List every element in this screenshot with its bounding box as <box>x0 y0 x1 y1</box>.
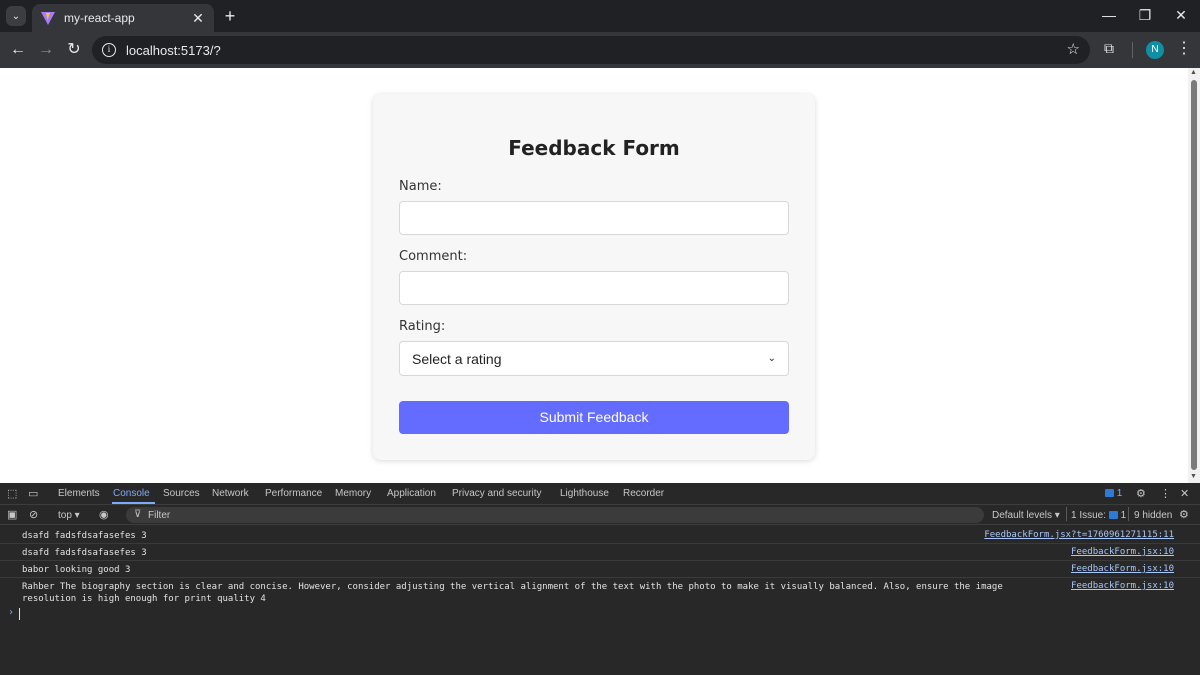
chevron-down-icon: ⌄ <box>767 353 776 364</box>
profile-avatar[interactable]: N <box>1146 41 1164 59</box>
maximize-button[interactable]: ❐ <box>1130 4 1160 26</box>
close-window-button[interactable]: ✕ <box>1166 4 1196 26</box>
log-message: dsafd fadsfdsafasefes 3 <box>22 531 147 541</box>
console-log-row: babor looking good 3 FeedbackForm.jsx:10 <box>0 561 1200 578</box>
toolbar-divider <box>1066 507 1067 521</box>
console-toolbar: ▣ ⊘ top ▾ ◉ ⊽ Filter Default levels ▾ 1 … <box>0 505 1200 525</box>
issues-label: 1 Issue: <box>1071 510 1107 521</box>
rating-select[interactable]: Select a rating ⌄ <box>399 341 789 376</box>
rating-selected-value: Select a rating <box>412 350 502 367</box>
devtools-panel: ⬚ ▭ Elements Console Sources Network Per… <box>0 483 1200 675</box>
devtools-tab-bar: ⬚ ▭ Elements Console Sources Network Per… <box>0 483 1200 505</box>
tab-sources[interactable]: Sources <box>163 488 200 499</box>
tab-performance[interactable]: Performance <box>265 488 322 499</box>
tab-elements[interactable]: Elements <box>58 488 100 499</box>
forward-arrow-icon[interactable]: → <box>34 38 58 62</box>
site-info-icon[interactable]: i <box>102 43 116 57</box>
console-log-row: dsafd fadsfdsafasefes 3 FeedbackForm.jsx… <box>0 527 1200 544</box>
messages-count-badge[interactable]: 1 <box>1105 488 1122 499</box>
extensions-puzzle-icon[interactable]: ⧉ <box>1104 40 1114 57</box>
log-source-link[interactable]: FeedbackForm.jsx:10 <box>1071 581 1174 591</box>
console-settings-gear-icon[interactable]: ⚙ <box>1179 508 1189 521</box>
submit-feedback-button[interactable]: Submit Feedback <box>399 401 789 434</box>
toolbar-divider <box>1132 42 1133 58</box>
log-source-link[interactable]: FeedbackForm.jsx:10 <box>1071 547 1174 557</box>
tab-memory[interactable]: Memory <box>335 488 371 499</box>
message-icon <box>1105 489 1114 498</box>
feedback-form-card: Feedback Form Name: Comment: Rating: Sel… <box>373 94 815 460</box>
settings-gear-icon[interactable]: ⚙ <box>1136 487 1146 500</box>
tab-lighthouse[interactable]: Lighthouse <box>560 488 609 499</box>
browser-menu-icon[interactable]: ⋮ <box>1176 38 1192 58</box>
comment-input[interactable] <box>399 271 789 305</box>
vite-logo-icon <box>41 12 55 25</box>
clear-console-icon[interactable]: ⊘ <box>29 508 38 521</box>
console-input[interactable] <box>19 608 20 620</box>
filter-placeholder: Filter <box>148 510 171 521</box>
device-toolbar-icon[interactable]: ▭ <box>28 487 38 500</box>
issues-button[interactable]: 1 Issue: 1 <box>1071 510 1126 521</box>
back-arrow-icon[interactable]: ← <box>6 38 30 62</box>
hidden-count: 9 hidden <box>1134 510 1173 521</box>
scroll-up-arrow-icon[interactable]: ▲ <box>1190 69 1197 76</box>
close-devtools-icon[interactable]: ✕ <box>1180 487 1189 500</box>
page-viewport: Feedback Form Name: Comment: Rating: Sel… <box>0 68 1188 483</box>
new-tab-button[interactable]: + <box>220 6 240 26</box>
console-log-row: dsafd fadsfdsafasefes 3 FeedbackForm.jsx… <box>0 544 1200 561</box>
tab-console[interactable]: Console <box>113 488 150 499</box>
tab-application[interactable]: Application <box>387 488 436 499</box>
filter-input[interactable] <box>126 507 984 523</box>
live-expression-eye-icon[interactable]: ◉ <box>99 508 109 521</box>
log-message: dsafd fadsfdsafasefes 3 <box>22 548 147 558</box>
context-selector[interactable]: top ▾ <box>58 510 80 521</box>
form-title: Feedback Form <box>508 136 680 160</box>
devtools-menu-icon[interactable]: ⋮ <box>1160 487 1171 500</box>
tab-privacy-security[interactable]: Privacy and security <box>452 488 541 499</box>
log-levels-dropdown[interactable]: Default levels ▾ <box>992 510 1060 521</box>
tab-title: my-react-app <box>64 11 135 25</box>
log-source-link[interactable]: FeedbackForm.jsx:10 <box>1071 564 1174 574</box>
inspect-element-icon[interactable]: ⬚ <box>7 487 17 500</box>
address-bar[interactable]: i localhost:5173/? ☆ <box>92 36 1090 64</box>
log-message: babor looking good 3 <box>22 565 131 575</box>
log-source-link[interactable]: FeedbackForm.jsx?t=1760961271115:11 <box>984 530 1174 540</box>
toolbar-divider-2 <box>1128 507 1129 521</box>
url-text[interactable]: localhost:5173/? <box>126 43 221 58</box>
tab-network[interactable]: Network <box>212 488 249 499</box>
tab-search-dropdown-icon[interactable]: ⌄ <box>6 6 26 26</box>
reload-icon[interactable]: ↻ <box>62 38 86 62</box>
browser-toolbar: ← → ↻ i localhost:5173/? ☆ <box>0 32 1200 68</box>
tab-recorder[interactable]: Recorder <box>623 488 664 499</box>
console-log-row: Rahber The biography section is clear an… <box>0 578 1200 606</box>
name-label: Name: <box>399 179 442 194</box>
name-input[interactable] <box>399 201 789 235</box>
comment-label: Comment: <box>399 249 468 264</box>
scroll-down-arrow-icon[interactable]: ▼ <box>1190 473 1197 480</box>
scroll-thumb[interactable] <box>1191 80 1197 470</box>
messages-count: 1 <box>1116 488 1123 499</box>
browser-tab[interactable]: my-react-app ✕ <box>32 4 214 32</box>
minimize-button[interactable]: — <box>1094 4 1124 26</box>
filter-icon: ⊽ <box>134 509 142 520</box>
tab-close-icon[interactable]: ✕ <box>190 10 206 27</box>
rating-label: Rating: <box>399 319 446 334</box>
sidebar-toggle-icon[interactable]: ▣ <box>7 508 17 521</box>
tab-strip: ⌄ my-react-app ✕ + — ❐ ✕ <box>0 0 1200 32</box>
log-message: Rahber The biography section is clear an… <box>22 582 1003 604</box>
issues-count: 1 <box>1120 510 1127 521</box>
page-scrollbar[interactable]: ▲ ▼ <box>1188 68 1200 483</box>
bookmark-star-icon[interactable]: ☆ <box>1067 40 1080 58</box>
console-prompt-icon: › <box>8 607 15 618</box>
active-tab-indicator <box>112 502 155 504</box>
issue-icon <box>1108 511 1118 520</box>
